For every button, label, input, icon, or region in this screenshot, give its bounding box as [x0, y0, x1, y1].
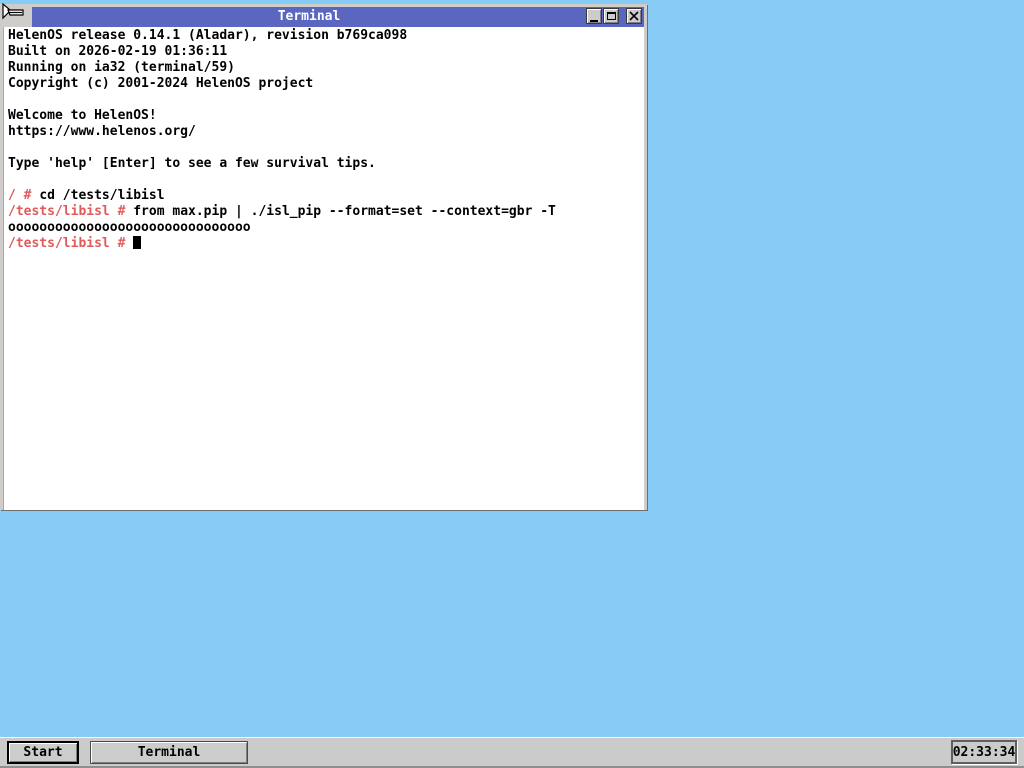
text-cursor — [133, 236, 141, 249]
maximize-icon — [607, 12, 616, 20]
start-button[interactable]: Start — [7, 741, 79, 764]
terminal-line — [8, 140, 642, 156]
terminal-line: /tests/libisl # from max.pip | ./isl_pip… — [8, 204, 642, 220]
start-button-label: Start — [23, 742, 62, 763]
clock-text: 02:33:34 — [953, 745, 1016, 760]
terminal-line: ooooooooooooooooooooooooooooooo — [8, 220, 642, 236]
mouse-cursor-icon — [1, 3, 26, 27]
close-button[interactable] — [626, 8, 642, 24]
terminal-line — [8, 172, 642, 188]
minimize-button[interactable] — [586, 8, 602, 24]
taskbar-item-label: Terminal — [138, 742, 201, 763]
maximize-button[interactable] — [603, 8, 619, 24]
taskbar-clock: 02:33:34 — [951, 740, 1017, 764]
window-titlebar[interactable]: Terminal — [3, 7, 644, 27]
terminal-line: Welcome to HelenOS! — [8, 108, 642, 124]
terminal-line: Built on 2026-02-19 01:36:11 — [8, 44, 642, 60]
terminal-line: /tests/libisl # — [8, 236, 642, 252]
terminal-line: https://www.helenos.org/ — [8, 124, 642, 140]
terminal-line: Copyright (c) 2001-2024 HelenOS project — [8, 76, 642, 92]
terminal-output[interactable]: HelenOS release 0.14.1 (Aladar), revisio… — [3, 27, 644, 510]
window-controls — [586, 7, 644, 27]
terminal-line: Running on ia32 (terminal/59) — [8, 60, 642, 76]
terminal-line: HelenOS release 0.14.1 (Aladar), revisio… — [8, 28, 642, 44]
taskbar-item-terminal[interactable]: Terminal — [90, 741, 248, 764]
terminal-line — [8, 92, 642, 108]
terminal-window[interactable]: Terminal HelenOS release 0.14.1 (Aladar)… — [0, 4, 647, 510]
desktop: Terminal HelenOS release 0.14.1 (Aladar)… — [0, 0, 1024, 768]
taskbar: Start Terminal 02:33:34 — [0, 737, 1024, 768]
window-title: Terminal — [32, 7, 586, 27]
terminal-line: / # cd /tests/libisl — [8, 188, 642, 204]
minimize-icon — [590, 20, 598, 22]
close-icon — [629, 11, 639, 21]
terminal-line: Type 'help' [Enter] to see a few surviva… — [8, 156, 642, 172]
